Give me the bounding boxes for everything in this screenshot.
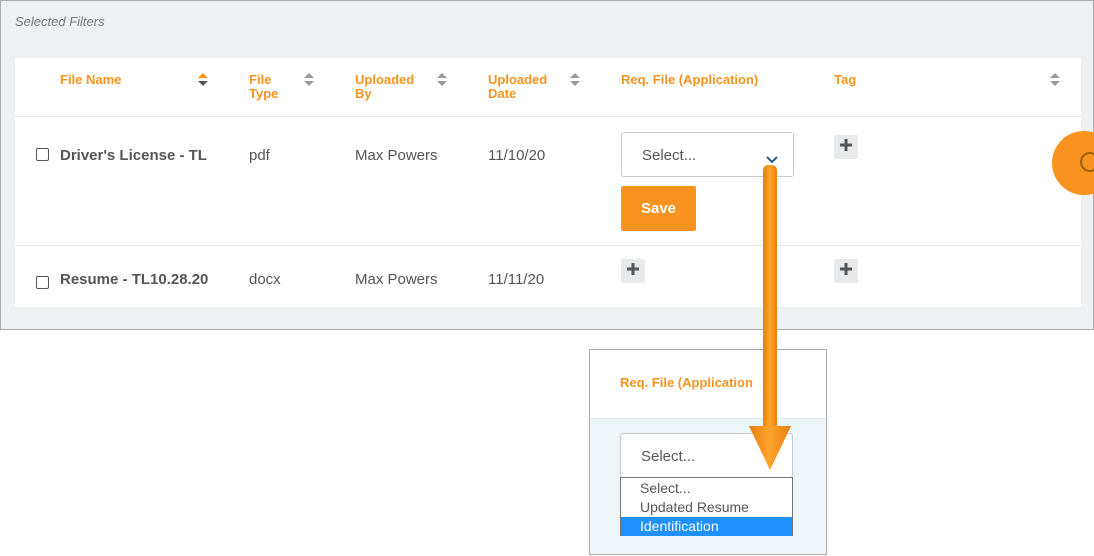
dropdown-option-selected[interactable]: Identification — [621, 517, 792, 536]
save-button[interactable]: Save — [621, 186, 696, 231]
header-file-type-line1: File — [249, 72, 272, 87]
header-uploaded-date-line1: Uploaded — [488, 72, 548, 87]
plus-icon — [840, 262, 852, 280]
dropdown-option[interactable]: Updated Resume — [621, 498, 792, 517]
dropdown-option[interactable]: Select... — [621, 479, 792, 498]
header-uploaded-by-line1: Uploaded — [355, 72, 415, 87]
help-icon — [1080, 152, 1094, 172]
row-checkbox[interactable] — [36, 148, 49, 161]
uploaded-date: 11/10/20 — [488, 147, 546, 164]
sort-active-icon[interactable] — [198, 72, 208, 88]
row-divider — [15, 245, 1081, 246]
file-name[interactable]: Resume - TL10.28.20 — [60, 271, 208, 288]
req-file-dropdown-list[interactable]: Select... Updated Resume Identification — [620, 477, 793, 536]
selected-filters-label: Selected Filters — [15, 14, 105, 29]
zoom-select-value: Select... — [641, 448, 696, 465]
row-checkbox[interactable] — [36, 276, 49, 289]
header-file-type[interactable]: File Type — [249, 73, 278, 101]
sort-icon[interactable] — [570, 72, 580, 88]
file-type: docx — [249, 271, 281, 288]
add-tag-button[interactable] — [834, 135, 858, 159]
sort-icon[interactable] — [304, 72, 314, 88]
header-file-type-line2: Type — [249, 86, 279, 101]
add-tag-button[interactable] — [834, 259, 858, 283]
zoom-req-file-select[interactable]: Select... — [620, 433, 793, 478]
header-file-name[interactable]: File Name — [60, 73, 121, 87]
header-uploaded-by[interactable]: Uploaded By — [355, 73, 414, 101]
file-type: pdf — [249, 147, 270, 164]
header-uploaded-date-line2: Date — [488, 86, 517, 101]
header-tag[interactable]: Tag — [834, 73, 856, 87]
zoom-header: Req. File (Application — [590, 350, 826, 418]
header-uploaded-by-line2: By — [355, 86, 372, 101]
add-req-file-button[interactable] — [621, 259, 645, 283]
uploaded-by: Max Powers — [355, 271, 438, 288]
header-divider — [15, 116, 1081, 117]
chevron-down-icon — [766, 151, 778, 169]
req-file-select-value: Select... — [642, 147, 697, 164]
plus-icon — [627, 262, 639, 280]
uploaded-date: 11/11/20 — [488, 271, 545, 288]
plus-icon — [840, 138, 852, 156]
zoom-header-req-file: Req. File (Application — [620, 375, 753, 390]
file-name[interactable]: Driver's License - TL — [60, 147, 207, 164]
uploaded-by: Max Powers — [355, 147, 438, 164]
req-file-select[interactable]: Select... — [621, 132, 794, 177]
files-table: File Name File Type Uploaded By Uploaded… — [15, 58, 1081, 307]
header-req-file: Req. File (Application) — [621, 72, 759, 87]
sort-icon[interactable] — [1050, 72, 1060, 88]
sort-icon[interactable] — [437, 72, 447, 88]
selected-filters-panel: Selected Filters File Name File Type Upl… — [0, 0, 1094, 330]
header-uploaded-date[interactable]: Uploaded Date — [488, 73, 547, 101]
